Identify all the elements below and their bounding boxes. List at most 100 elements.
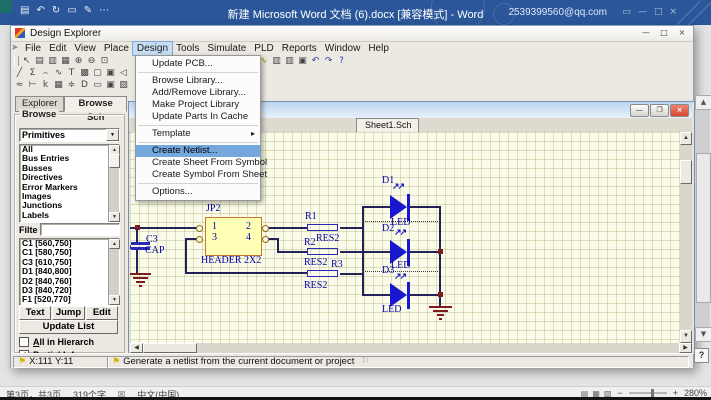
browse-sheets-icon[interactable]: ▥ (284, 56, 295, 67)
zoom-area-icon[interactable]: ⊡ (99, 56, 110, 67)
checkbox-icon[interactable] (19, 337, 29, 347)
zoom-in-icon[interactable]: ⊕ (73, 56, 84, 67)
scrollbar-thumb[interactable] (143, 343, 197, 353)
part-body[interactable] (307, 224, 338, 231)
paste-array-tool-icon[interactable]: ▣ (105, 80, 116, 91)
scrollbar-thumb[interactable] (109, 154, 120, 168)
scroll-up-icon[interactable]: ▲ (695, 95, 711, 110)
menu-item-create-netlist[interactable]: Create Netlist... (136, 145, 260, 157)
menu-edit[interactable]: Edit (45, 42, 70, 55)
menu-item-template[interactable]: Template▸ (136, 128, 260, 140)
primitive-item[interactable]: All (20, 145, 109, 154)
junction-tool-icon[interactable]: D (79, 80, 90, 91)
outer-vscrollbar[interactable]: ▲ ▼ (695, 95, 710, 342)
menu-tools[interactable]: Tools (172, 42, 203, 55)
primitive-item[interactable]: Labels (20, 211, 109, 220)
close-button[interactable]: × (669, 7, 677, 17)
line-tool-icon[interactable]: ╱ (14, 68, 25, 79)
maximize-button[interactable]: □ (654, 7, 663, 17)
menu-view[interactable]: View (70, 42, 100, 55)
place-part-tool-icon[interactable]: ▦ (53, 80, 64, 91)
part-body[interactable] (307, 270, 338, 277)
save-document-icon[interactable]: ▥ (47, 56, 58, 67)
open-document-icon[interactable]: ▤ (34, 56, 45, 67)
polygon-tool-icon[interactable]: Σ (27, 68, 38, 79)
browse-mode-combobox[interactable]: Primitives ▼ (19, 128, 120, 142)
menu-design[interactable]: Design (133, 42, 172, 55)
edit-button[interactable]: Edit (86, 306, 118, 320)
dropdown-item[interactable] (138, 125, 258, 126)
scroll-down-icon[interactable]: ▼ (695, 327, 711, 342)
canvas-hscrollbar[interactable]: ◀ ▶ (130, 343, 692, 353)
primitive-item[interactable]: Bus Entries (20, 154, 109, 163)
help-icon[interactable]: ? (336, 56, 347, 67)
menu-item-options[interactable]: Options... (136, 186, 260, 198)
dropdown-item[interactable] (138, 142, 258, 143)
scroll-left-icon[interactable]: ◀ (130, 343, 143, 353)
component-item[interactable]: C1 [560,750] (20, 239, 109, 248)
dropdown-item[interactable] (138, 72, 258, 73)
menu-system-icon[interactable]: ➤ (11, 43, 19, 53)
text-tool-icon[interactable]: T (66, 68, 77, 79)
primitive-item[interactable]: Directives (20, 173, 109, 182)
arc-tool-icon[interactable]: ⌢ (40, 68, 51, 79)
account-email[interactable]: 2539399560@qq.com (508, 7, 607, 18)
list-scrollbar[interactable]: ▲ ▼ (108, 239, 119, 305)
menu-item-create-sheet-from-symbol[interactable]: Create Sheet From Symbol (136, 157, 260, 169)
array-tool-icon[interactable]: ▭ (92, 80, 103, 91)
update-list-button[interactable]: Update List (19, 320, 118, 334)
menu-file[interactable]: File (21, 42, 45, 55)
ribbon-display-icon[interactable]: ▭ (622, 7, 631, 17)
power-port-tool-icon[interactable]: ≑ (66, 80, 77, 91)
zoom-slider-thumb[interactable] (651, 389, 654, 397)
scroll-down-icon[interactable]: ▼ (680, 330, 692, 343)
scrollbar-thumb[interactable] (680, 160, 692, 184)
wire-tool-icon[interactable]: ≈ (14, 80, 25, 91)
de-minimize-button[interactable]: — (638, 27, 654, 38)
tab-browse-sch[interactable]: Browse Sch (64, 96, 127, 112)
mdi-restore-button[interactable]: ❒ (650, 104, 669, 117)
de-close-button[interactable]: × (674, 27, 690, 38)
redo-icon[interactable]: ↷ (323, 56, 334, 67)
browse-library-icon[interactable]: ▥ (271, 56, 282, 67)
component-item[interactable]: D2 [840,760] (20, 277, 109, 286)
menu-help[interactable]: Help (364, 42, 393, 55)
scroll-down-icon[interactable]: ▼ (109, 295, 120, 305)
jump-button[interactable]: Jump (52, 306, 84, 320)
print-icon[interactable]: ▦ (60, 56, 71, 67)
menu-item-update-pcb[interactable]: Update PCB... (136, 58, 260, 70)
scroll-right-icon[interactable]: ▶ (679, 343, 692, 353)
component-item[interactable]: D1 [840,800] (20, 267, 109, 276)
filter-input[interactable] (40, 223, 120, 236)
tile-windows-icon[interactable]: ▣ (297, 56, 308, 67)
document-tab[interactable]: Sheet1.Sch (356, 118, 419, 132)
part-body[interactable] (307, 248, 338, 255)
menu-window[interactable]: Window (321, 42, 365, 55)
zoom-out-icon[interactable]: ⊖ (86, 56, 97, 67)
select-tool-icon[interactable]: ↖ (21, 56, 32, 67)
scroll-down-icon[interactable]: ▼ (109, 212, 120, 222)
list-scrollbar[interactable]: ▲ ▼ (108, 145, 119, 222)
menu-item-make-project-library[interactable]: Make Project Library (136, 99, 260, 111)
probe-tool-icon[interactable]: ▨ (118, 80, 129, 91)
primitive-item[interactable]: Error Markers (20, 183, 109, 192)
menu-item-add-remove-library[interactable]: Add/Remove Library... (136, 87, 260, 99)
polygon-fill-tool-icon[interactable]: ◁ (118, 68, 129, 79)
menu-simulate[interactable]: Simulate (203, 42, 250, 55)
component-item[interactable]: C3 [610,750] (20, 258, 109, 267)
menu-item-update-parts-in-cache[interactable]: Update Parts In Cache (136, 111, 260, 123)
component-item[interactable]: C1 [580,750] (20, 248, 109, 257)
dropdown-item[interactable] (138, 183, 258, 184)
primitive-item[interactable]: Images (20, 192, 109, 201)
rect-tool-icon[interactable]: ▢ (92, 68, 103, 79)
undo-icon[interactable]: ↶ (310, 56, 321, 67)
mdi-close-button[interactable]: × (670, 104, 689, 117)
zoom-slider[interactable] (629, 392, 667, 394)
de-titlebar[interactable]: Design Explorer —□× (11, 26, 693, 42)
scrollbar-thumb[interactable] (696, 153, 711, 303)
all-in-hierarchy-checkbox[interactable]: All in Hierarch (19, 337, 94, 347)
filled-rect-tool-icon[interactable]: ▣ (105, 68, 116, 79)
menu-pld[interactable]: PLD (250, 42, 277, 55)
scroll-up-icon[interactable]: ▲ (109, 239, 120, 249)
component-item[interactable]: F1 [520,770] (20, 295, 109, 304)
